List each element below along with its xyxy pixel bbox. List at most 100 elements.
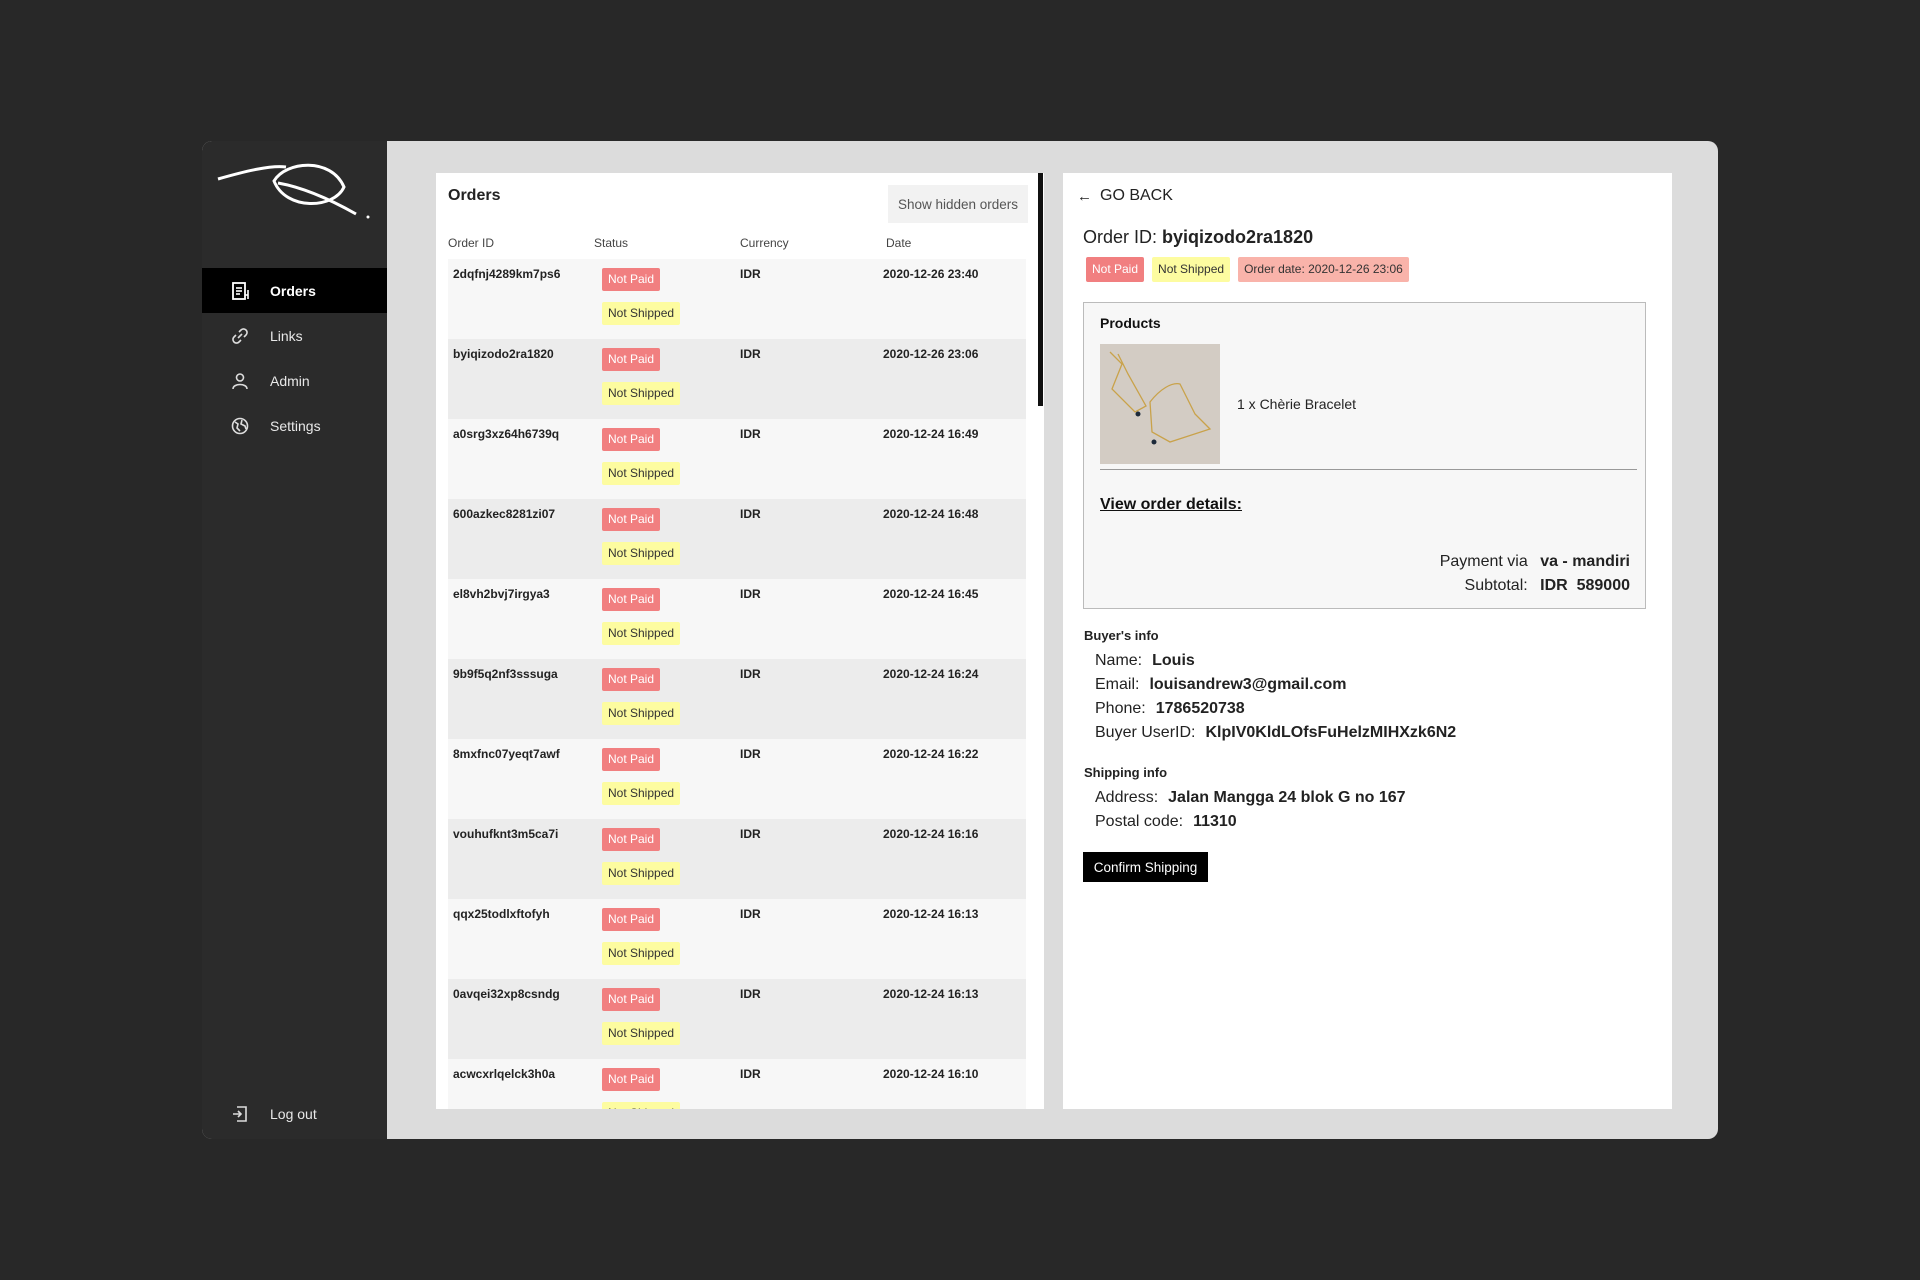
order-id-cell: el8vh2bvj7irgya3	[453, 587, 550, 601]
orders-panel: Orders Show hidden orders Order ID Statu…	[436, 173, 1044, 1109]
shipping-status-badge: Not Shipped	[602, 462, 681, 485]
sidebar-item-label: Admin	[270, 372, 310, 389]
logout-label: Log out	[270, 1105, 317, 1122]
payment-status-badge: Not Paid	[602, 988, 661, 1011]
order-id-cell: a0srg3xz64h6739q	[453, 427, 560, 441]
shipping-address-value: Jalan Mangga 24 blok G no 167	[1168, 789, 1406, 806]
table-row[interactable]: 2dqfnj4289km7ps6 Not Paid Not Shipped IDR 20…	[448, 259, 1026, 339]
date-cell: 2020-12-24 16:13	[883, 907, 979, 921]
products-box: Products 1 x Chèrie Bracelet View order …	[1083, 302, 1646, 609]
order-id-cell: 600azkec8281zi07	[453, 507, 556, 521]
sidebar-nav: Orders Links Admin Settings	[202, 268, 387, 448]
shipping-address-row: Address: Jalan Mangga 24 blok G no 167	[1095, 789, 1406, 807]
order-id-cell: 8mxfnc07yeqt7awf	[453, 747, 560, 761]
order-id-heading: Order ID: byiqizodo2ra1820	[1083, 227, 1313, 248]
buyer-phone-value: 1786520738	[1155, 700, 1245, 717]
payment-status-badge: Not Paid	[602, 588, 661, 611]
date-cell: 2020-12-24 16:45	[883, 587, 979, 601]
currency-cell: IDR	[740, 1067, 761, 1081]
table-row[interactable]: a0srg3xz64h6739q Not Paid Not Shipped IDR 20…	[448, 419, 1026, 499]
payment-method-row: Payment via va - mandiri	[1440, 553, 1630, 571]
sidebar: Orders Links Admin Settings Log out	[202, 141, 387, 1139]
orders-icon	[230, 281, 250, 301]
buyer-info-title: Buyer's info	[1084, 628, 1159, 643]
column-header-date[interactable]: Date	[886, 236, 911, 250]
products-title: Products	[1100, 315, 1161, 331]
date-cell: 2020-12-24 16:49	[883, 427, 979, 441]
sidebar-item-links[interactable]: Links	[202, 313, 387, 358]
table-row[interactable]: 600azkec8281zi07 Not Paid Not Shipped IDR 20…	[448, 499, 1026, 579]
buyer-phone-row: Phone: 1786520738	[1095, 700, 1245, 718]
buyer-name-value: Louis	[1152, 652, 1195, 669]
currency-cell: IDR	[740, 667, 761, 681]
payment-status-badge: Not Paid	[1086, 257, 1145, 282]
orders-title: Orders	[448, 187, 501, 204]
order-id-cell: 2dqfnj4289km7ps6	[453, 267, 561, 281]
payment-value: va - mandiri	[1540, 553, 1630, 570]
order-detail-panel: ← GO BACK Order ID: byiqizodo2ra1820 Not…	[1063, 173, 1672, 1109]
shipping-address-label: Address:	[1095, 789, 1159, 806]
currency-cell: IDR	[740, 347, 761, 361]
buyer-name-label: Name:	[1095, 652, 1143, 669]
subtotal-label: Subtotal:	[1464, 577, 1528, 594]
currency-cell: IDR	[740, 587, 761, 601]
shipping-status-badge: Not Shipped	[602, 782, 681, 805]
shipping-status-badge: Not Shipped	[602, 542, 681, 565]
shipping-status-badge: Not Shipped	[602, 302, 681, 325]
sidebar-item-orders[interactable]: Orders	[202, 268, 387, 313]
payment-status-badge: Not Paid	[602, 908, 661, 931]
currency-cell: IDR	[740, 507, 761, 521]
shipping-status-badge: Not Shipped	[602, 622, 681, 645]
order-id-cell: acwcxrlqelck3h0a	[453, 1067, 556, 1081]
leaf-logo	[217, 163, 370, 219]
view-order-details-link[interactable]: View order details:	[1100, 496, 1242, 514]
table-row[interactable]: 0avqei32xp8csndg Not Paid Not Shipped IDR 20…	[448, 979, 1026, 1059]
subtotal-row: Subtotal: IDR 589000	[1465, 577, 1630, 595]
payment-status-badge: Not Paid	[602, 268, 661, 291]
subtotal-value: IDR 589000	[1540, 577, 1630, 594]
currency-cell: IDR	[740, 267, 761, 281]
go-back-label: GO BACK	[1100, 187, 1173, 204]
shipping-status-badge: Not Shipped	[602, 382, 681, 405]
order-id-cell: byiqizodo2ra1820	[453, 347, 554, 361]
date-cell: 2020-12-24 16:48	[883, 507, 979, 521]
table-row[interactable]: 9b9f5q2nf3sssuga Not Paid Not Shipped IDR 20…	[448, 659, 1026, 739]
buyer-email-row: Email: louisandrew3@gmail.com	[1095, 676, 1346, 694]
link-icon	[230, 326, 250, 346]
buyer-email-label: Email:	[1095, 676, 1140, 693]
orders-scrollbar[interactable]	[1038, 173, 1043, 406]
order-date-badge: Order date: 2020-12-26 23:06	[1238, 257, 1409, 282]
payment-status-badge: Not Paid	[602, 748, 661, 771]
order-id-value: byiqizodo2ra1820	[1162, 227, 1314, 247]
sidebar-item-settings[interactable]: Settings	[202, 403, 387, 448]
table-row[interactable]: el8vh2bvj7irgya3 Not Paid Not Shipped IDR 20…	[448, 579, 1026, 659]
table-row[interactable]: 8mxfnc07yeqt7awf Not Paid Not Shipped IDR 20…	[448, 739, 1026, 819]
sidebar-item-admin[interactable]: Admin	[202, 358, 387, 403]
shipping-info-title: Shipping info	[1084, 765, 1168, 780]
logout-button[interactable]: Log out	[202, 1091, 387, 1136]
go-back-button[interactable]: ← GO BACK	[1077, 187, 1173, 205]
currency-cell: IDR	[740, 987, 761, 1001]
table-row[interactable]: byiqizodo2ra1820 Not Paid Not Shipped IDR 20…	[448, 339, 1026, 419]
column-header-order-id[interactable]: Order ID	[448, 236, 494, 250]
payment-status-badge: Not Paid	[602, 1068, 661, 1091]
column-header-currency[interactable]: Currency	[740, 236, 789, 250]
logout-icon	[230, 1104, 250, 1124]
shipping-postal-value: 11310	[1193, 813, 1237, 830]
main-content: Orders Show hidden orders Order ID Statu…	[387, 141, 1718, 1139]
table-row[interactable]: qqx25todlxftofyh Not Paid Not Shipped IDR 20…	[448, 899, 1026, 979]
show-hidden-orders-button[interactable]: Show hidden orders	[888, 185, 1028, 223]
shipping-status-badge: Not Shipped	[602, 1102, 681, 1109]
table-row[interactable]: acwcxrlqelck3h0a Not Paid Not Shipped IDR 20…	[448, 1059, 1026, 1109]
confirm-shipping-button[interactable]: Confirm Shipping	[1083, 852, 1208, 882]
column-header-status[interactable]: Status	[594, 236, 628, 250]
table-row[interactable]: vouhufknt3m5ca7i Not Paid Not Shipped IDR 20…	[448, 819, 1026, 899]
order-id-cell: vouhufknt3m5ca7i	[453, 827, 559, 841]
order-id-cell: 9b9f5q2nf3sssuga	[453, 667, 558, 681]
shipping-status-badge: Not Shipped	[602, 862, 681, 885]
buyer-email-value: louisandrew3@gmail.com	[1149, 676, 1347, 693]
product-image	[1100, 344, 1220, 464]
date-cell: 2020-12-24 16:24	[883, 667, 979, 681]
buyer-phone-label: Phone:	[1095, 700, 1146, 717]
shipping-postal-row: Postal code: 11310	[1095, 813, 1237, 831]
